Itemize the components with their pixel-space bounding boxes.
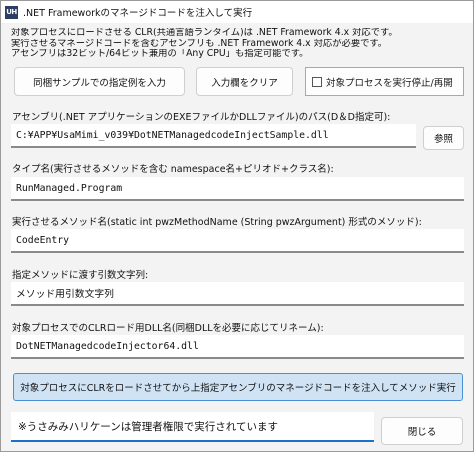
app-logo-icon: UH bbox=[5, 5, 18, 19]
dialog-window: UH .NET Frameworkのマネージドコードを注入して実行 対象プロセス… bbox=[0, 0, 474, 452]
assembly-path-label: アセンブリ(.NET アプリケーションのEXEファイルかDLLファイル)のパス(… bbox=[12, 112, 391, 123]
type-name-input[interactable]: RunManaged.Program bbox=[11, 177, 464, 201]
close-button[interactable]: 閉じる bbox=[381, 417, 463, 445]
dll-name-input[interactable]: DotNETManagedcodeInjector64.dll bbox=[11, 335, 464, 359]
title-bar[interactable]: UH .NET Frameworkのマネージドコードを注入して実行 bbox=[1, 1, 473, 23]
dll-name-label: 対象プロセスでのCLRロード用DLL名(同梱DLLを必要に応じてリネーム): bbox=[12, 323, 324, 334]
description-line: 対象プロセスにロードさせる CLR(共通言語ランタイム)は .NET Frame… bbox=[11, 28, 398, 38]
pause-process-toggle[interactable]: 対象プロセスを実行停止/再開 bbox=[305, 67, 464, 96]
pause-process-label: 対象プロセスを実行停止/再開 bbox=[326, 77, 453, 89]
browse-button[interactable]: 参照 bbox=[423, 126, 464, 150]
method-name-input[interactable]: CodeEntry bbox=[11, 229, 464, 253]
clear-inputs-button[interactable]: 入力欄をクリア bbox=[196, 67, 293, 96]
method-name-label: 実行させるメソッド名(static int pwzMethodName (Str… bbox=[12, 217, 422, 228]
type-name-label: タイプ名(実行させるメソッドを含む namespace名+ピリオド+クラス名): bbox=[12, 164, 334, 175]
argument-input[interactable]: メソッド用引数文字列 bbox=[11, 282, 464, 306]
status-field[interactable]: ※うさみみハリケーンは管理者権限で実行されています bbox=[11, 412, 374, 442]
description-line: 実行させるマネージドコードを含むアセンブリも .NET Framework 4.… bbox=[11, 38, 388, 49]
fill-sample-button[interactable]: 同梱サンプルでの指定例を入力 bbox=[14, 67, 185, 96]
pause-process-checkbox[interactable] bbox=[312, 76, 322, 87]
description-text: 対象プロセスにロードさせる CLR(共通言語ランタイム)は .NET Frame… bbox=[11, 28, 466, 60]
inject-execute-button[interactable]: 対象プロセスにCLRをロードさせてから上指定アセンブリのマネージドコードを注入し… bbox=[13, 373, 463, 401]
window-title: .NET Frameworkのマネージドコードを注入して実行 bbox=[23, 8, 253, 19]
argument-label: 指定メソッドに渡す引数文字列: bbox=[12, 270, 149, 281]
description-line: アセンブリは32ビット/64ビット兼用の「Any CPU」も指定可能です。 bbox=[11, 49, 309, 59]
assembly-path-input[interactable]: C:¥APP¥UsaMimi_v039¥DotNETManagedcodeInj… bbox=[11, 124, 416, 148]
